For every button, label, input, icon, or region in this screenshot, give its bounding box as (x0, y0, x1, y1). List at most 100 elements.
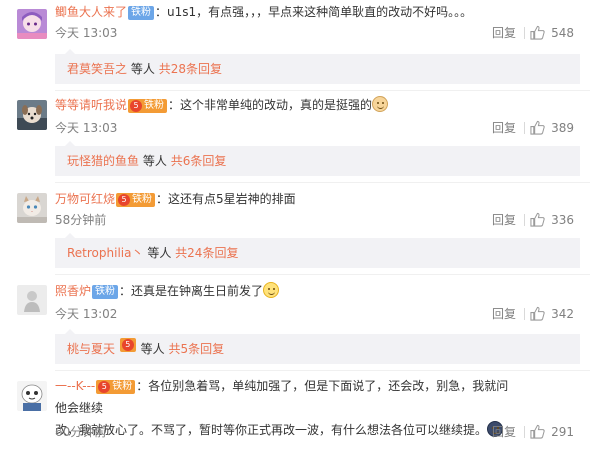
thumbs-up-icon (530, 120, 545, 135)
separator (55, 274, 590, 275)
sub-etc-label: 等人 (140, 342, 165, 356)
cartoon-character-avatar-icon (17, 381, 47, 411)
timestamp: 今天 13:03 (55, 26, 118, 40)
comment-meta: 今天 13:03 回复 389 (55, 119, 580, 137)
timestamp: 58分钟前 (55, 213, 107, 227)
thumbs-up-icon (530, 424, 545, 439)
sub-prefix: 共 (175, 246, 188, 260)
sub-reply-user[interactable]: 君莫笑吾之 (67, 62, 127, 76)
sub-arrow (65, 49, 75, 54)
gold-fan-label: 铁粉 (112, 381, 133, 392)
avatar[interactable] (17, 100, 47, 130)
sub-replies[interactable]: 玩怪猎的鱼鱼 等人 共6条回复 (55, 141, 580, 176)
separator (55, 182, 590, 183)
comment-meta: 60分钟前 回复 291 (55, 423, 580, 441)
sub-count: 28 (170, 62, 186, 76)
sub-prefix: 共 (170, 154, 183, 168)
comment-body: ：u1s1，有点强，，，早点来这种简单耿直的改动不好吗。。。 (155, 5, 473, 19)
sub-etc-label: 等人 (147, 246, 172, 260)
timestamp: 今天 13:02 (55, 307, 118, 321)
sub-replies[interactable]: 君莫笑吾之 等人 共28条回复 (55, 49, 580, 84)
sub-etc-label: 等人 (142, 154, 167, 168)
timestamp: 今天 13:03 (55, 121, 118, 135)
gold-fan-badge[interactable]: 5 铁粉 (116, 193, 156, 207)
like-button[interactable]: 336 (530, 211, 574, 229)
gold-fan-badge[interactable]: 5 (119, 338, 136, 352)
like-count: 389 (551, 121, 574, 135)
sub-reply-user[interactable]: Retrophilia丶 (67, 246, 143, 260)
sub-arrow (65, 329, 75, 334)
cat-photo-avatar-icon (17, 193, 47, 223)
comment-text: 鲫鱼大人来了 铁粉 ：u1s1，有点强，，，早点来这种简单耿直的改动不好吗。。。 (55, 1, 525, 23)
comment-text: 万物可红烧 5 铁粉 ：这还有点5星岩神的排面 (55, 188, 525, 210)
figure-avatar-icon (17, 285, 47, 315)
sub-etc-label: 等人 (130, 62, 155, 76)
username-link[interactable]: 等等请听我说 (55, 98, 127, 112)
sub-reply-user[interactable]: 玩怪猎的鱼鱼 (67, 154, 139, 168)
avatar[interactable] (17, 9, 47, 39)
comment-body: ：这还有点5星岩神的排面 (156, 192, 296, 206)
sub-prefix: 共 (158, 62, 171, 76)
comment-text: 等等请听我说 5 铁粉 ：这个非常单纯的改动，真的是挺强的 (55, 94, 525, 116)
sub-reply-user[interactable]: 桃与夏天 (67, 342, 115, 356)
sub-replies[interactable]: Retrophilia丶 等人 共24条回复 (55, 233, 580, 268)
gold-fan-label: 铁粉 (132, 194, 153, 205)
sub-replies[interactable]: 桃与夏天 5 等人 共5条回复 (55, 329, 580, 364)
avatar[interactable] (17, 285, 47, 315)
reply-button[interactable]: 回复 (492, 305, 516, 323)
sub-count: 24 (187, 246, 203, 260)
comment-meta: 今天 13:02 回复 342 (55, 305, 580, 323)
reply-button[interactable]: 回复 (492, 211, 516, 229)
reply-button[interactable]: 回复 (492, 119, 516, 137)
divider (524, 122, 525, 134)
fan-badge[interactable]: 铁粉 (92, 285, 119, 299)
like-count: 548 (551, 26, 574, 40)
divider (524, 308, 525, 320)
anime-girl-avatar-icon (17, 9, 47, 39)
sub-reply-count-link[interactable]: 共5条回复 (169, 342, 225, 356)
sub-arrow (65, 141, 75, 146)
avatar[interactable] (17, 381, 47, 411)
sub-reply-count-link[interactable]: 共24条回复 (175, 246, 238, 260)
gold-fan-badge[interactable]: 5 铁粉 (128, 99, 168, 113)
medal-icon: 5 (130, 100, 143, 112)
like-button[interactable]: 291 (530, 423, 574, 441)
username-link[interactable]: 鲫鱼大人来了 (55, 5, 127, 19)
thumbs-up-icon (530, 306, 545, 321)
medal-icon: 5 (121, 339, 134, 351)
like-count: 336 (551, 213, 574, 227)
reply-button[interactable]: 回复 (492, 24, 516, 42)
reply-button[interactable]: 回复 (492, 423, 516, 441)
doge-emoji-icon (372, 96, 389, 112)
comment-body: ：还真是在钟离生日前发了 (119, 284, 264, 298)
comment-meta: 今天 13:03 回复 548 (55, 24, 580, 42)
medal-icon: 5 (118, 194, 131, 206)
sub-arrow (65, 233, 75, 238)
like-button[interactable]: 548 (530, 24, 574, 42)
sub-prefix: 共 (168, 342, 181, 356)
sub-reply-count-link[interactable]: 共28条回复 (159, 62, 222, 76)
avatar[interactable] (17, 193, 47, 223)
separator (55, 90, 590, 91)
like-count: 342 (551, 307, 574, 321)
gold-fan-badge[interactable]: 5 铁粉 (96, 380, 136, 394)
comment-body: ：这个非常单纯的改动，真的是挺强的 (168, 98, 373, 112)
divider (524, 214, 525, 226)
thumbs-up-icon (530, 25, 545, 40)
sub-suffix: 条回复 (188, 342, 225, 356)
sub-reply-count-link[interactable]: 共6条回复 (171, 154, 227, 168)
sub-suffix: 条回复 (185, 62, 222, 76)
username-link[interactable]: 照香炉 (55, 284, 91, 298)
fan-badge[interactable]: 铁粉 (128, 6, 155, 20)
sub-suffix: 条回复 (202, 246, 239, 260)
like-button[interactable]: 389 (530, 119, 574, 137)
username-link[interactable]: 万物可红烧 (55, 192, 115, 206)
dog-photo-avatar-icon (17, 100, 47, 130)
like-count: 291 (551, 425, 574, 439)
like-button[interactable]: 342 (530, 305, 574, 323)
sub-suffix: 条回复 (190, 154, 227, 168)
username-link[interactable]: 一--K--- (55, 379, 95, 393)
medal-icon: 5 (98, 381, 111, 393)
comment-meta: 58分钟前 回复 336 (55, 211, 580, 229)
separator (55, 370, 590, 371)
